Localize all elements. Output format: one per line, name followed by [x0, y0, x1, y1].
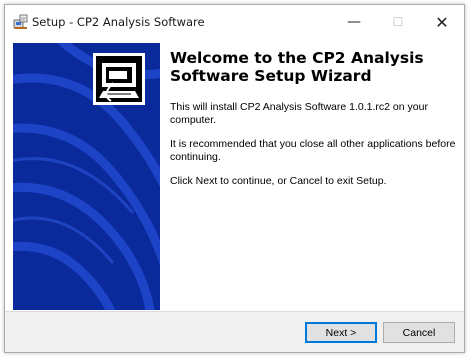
- setup-installer-icon: [13, 14, 28, 29]
- setup-window: Setup - CP2 Analysis Software — ☐ ✕ Welc…: [4, 4, 465, 353]
- window-title: Setup - CP2 Analysis Software: [32, 15, 205, 29]
- minimize-icon: —: [347, 14, 361, 30]
- welcome-content: Welcome to the CP2 Analysis Software Set…: [170, 49, 458, 200]
- welcome-heading: Welcome to the CP2 Analysis Software Set…: [170, 49, 458, 85]
- maximize-icon: ☐: [392, 15, 404, 29]
- computer-installer-icon: [93, 53, 145, 105]
- next-button[interactable]: Next >: [305, 322, 377, 343]
- minimize-button[interactable]: —: [332, 5, 376, 39]
- maximize-button: ☐: [376, 5, 420, 39]
- close-apps-text: It is recommended that you close all oth…: [170, 138, 456, 163]
- wizard-banner: [13, 43, 160, 310]
- cancel-button[interactable]: Cancel: [383, 322, 455, 343]
- title-bar[interactable]: Setup - CP2 Analysis Software — ☐ ✕: [5, 5, 464, 39]
- close-button[interactable]: ✕: [420, 5, 464, 39]
- heading-line-2: Software Setup Wizard: [170, 67, 372, 85]
- install-info-text: This will install CP2 Analysis Software …: [170, 101, 428, 126]
- heading-line-1: Welcome to the CP2 Analysis: [170, 49, 424, 67]
- button-bar: Next > Cancel: [5, 311, 464, 352]
- close-icon: ✕: [435, 12, 449, 32]
- banner-graphic: [13, 43, 160, 310]
- continue-instructions-text: Click Next to continue, or Cancel to exi…: [170, 175, 387, 187]
